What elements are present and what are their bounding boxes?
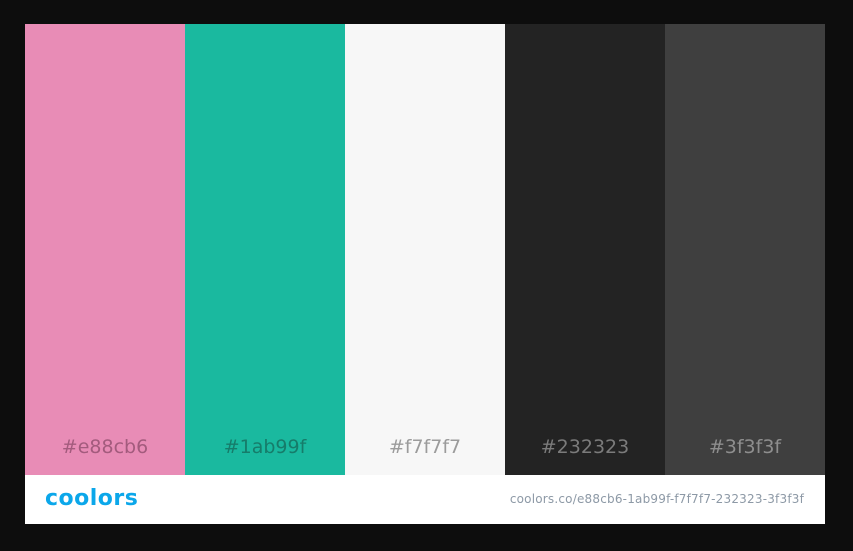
color-swatch-5[interactable]: #3f3f3f xyxy=(665,24,825,475)
hex-label: #e88cb6 xyxy=(61,436,149,458)
color-swatch-1[interactable]: #e88cb6 xyxy=(25,24,185,475)
color-swatch-3[interactable]: #f7f7f7 xyxy=(345,24,505,475)
hex-label: #1ab99f xyxy=(223,436,307,458)
palette-card: #e88cb6 #1ab99f #f7f7f7 #232323 #3f3f3f … xyxy=(25,24,825,524)
color-swatch-2[interactable]: #1ab99f xyxy=(185,24,345,475)
coolors-logo[interactable]: coolors xyxy=(45,485,138,513)
palette-url[interactable]: coolors.co/e88cb6-1ab99f-f7f7f7-232323-3… xyxy=(510,491,804,507)
footer-bar: coolors coolors.co/e88cb6-1ab99f-f7f7f7-… xyxy=(25,475,825,524)
color-swatch-4[interactable]: #232323 xyxy=(505,24,665,475)
hex-label: #232323 xyxy=(540,436,630,458)
palette: #e88cb6 #1ab99f #f7f7f7 #232323 #3f3f3f xyxy=(25,24,825,475)
hex-label: #f7f7f7 xyxy=(388,436,462,458)
hex-label: #3f3f3f xyxy=(708,436,782,458)
